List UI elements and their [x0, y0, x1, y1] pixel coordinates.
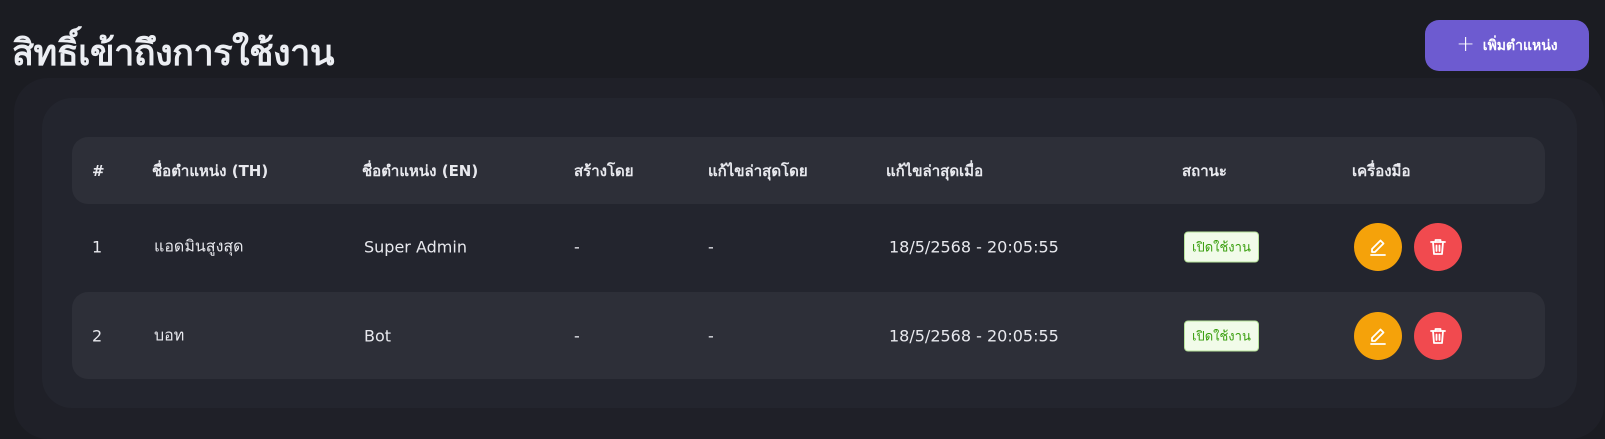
pencil-icon	[1370, 328, 1386, 345]
column-header-edited-by: แก้ไขล่าสุดโดย	[708, 161, 808, 180]
status-cell: เปิดใช้งาน	[1184, 231, 1259, 263]
add-position-button[interactable]: + เพิ่มตำแหน่ง	[1425, 20, 1589, 71]
trash-icon	[1430, 327, 1446, 344]
column-header-tools: เครื่องมือ	[1352, 161, 1411, 180]
created-by: -	[574, 237, 580, 257]
edit-button[interactable]	[1354, 311, 1402, 360]
row-number: 1	[92, 237, 103, 257]
row-tools	[1354, 311, 1462, 360]
table-row: 1 แอดมินสูงสุด Super Admin - - 18/5/2568…	[72, 207, 1545, 287]
column-header-name-en: ชื่อตำแหน่ง (EN)	[362, 161, 479, 180]
table-header: # ชื่อตำแหน่ง (TH) ชื่อตำแหน่ง (EN) สร้า…	[72, 137, 1545, 204]
column-header-status: สถานะ	[1182, 161, 1227, 180]
table-row: 2 บอท Bot - - 18/5/2568 - 20:05:55 เปิดใ…	[72, 292, 1545, 379]
created-by: -	[574, 326, 580, 345]
trash-icon	[1430, 239, 1446, 255]
status-cell: เปิดใช้งาน	[1184, 320, 1259, 351]
edited-at: 18/5/2568 - 20:05:55	[889, 237, 1059, 257]
status-badge: เปิดใช้งาน	[1184, 320, 1259, 351]
pencil-icon	[1370, 239, 1386, 256]
row-number: 2	[92, 326, 103, 345]
column-header-created-by: สร้างโดย	[574, 161, 634, 180]
edited-by: -	[708, 237, 714, 257]
delete-button[interactable]	[1414, 223, 1462, 271]
page-title: สิทธิ์เข้าถึงการใช้งาน	[12, 33, 334, 74]
position-name-en: Super Admin	[364, 237, 467, 257]
row-tools	[1354, 223, 1462, 271]
position-name-th: บอท	[154, 325, 185, 344]
position-name-en: Bot	[364, 326, 392, 345]
edited-by: -	[708, 326, 714, 345]
column-header-name-th: ชื่อตำแหน่ง (TH)	[152, 161, 269, 180]
add-position-label: เพิ่มตำแหน่ง	[1482, 37, 1558, 54]
position-name-th: แอดมินสูงสุด	[154, 236, 244, 256]
plus-icon: +	[1456, 31, 1475, 57]
edited-at: 18/5/2568 - 20:05:55	[889, 326, 1059, 345]
column-header-edited-at: แก้ไขล่าสุดเมื่อ	[886, 161, 984, 180]
delete-button[interactable]	[1414, 311, 1462, 360]
status-badge: เปิดใช้งาน	[1184, 231, 1259, 263]
edit-button[interactable]	[1354, 223, 1402, 271]
column-header-number: #	[92, 161, 105, 180]
